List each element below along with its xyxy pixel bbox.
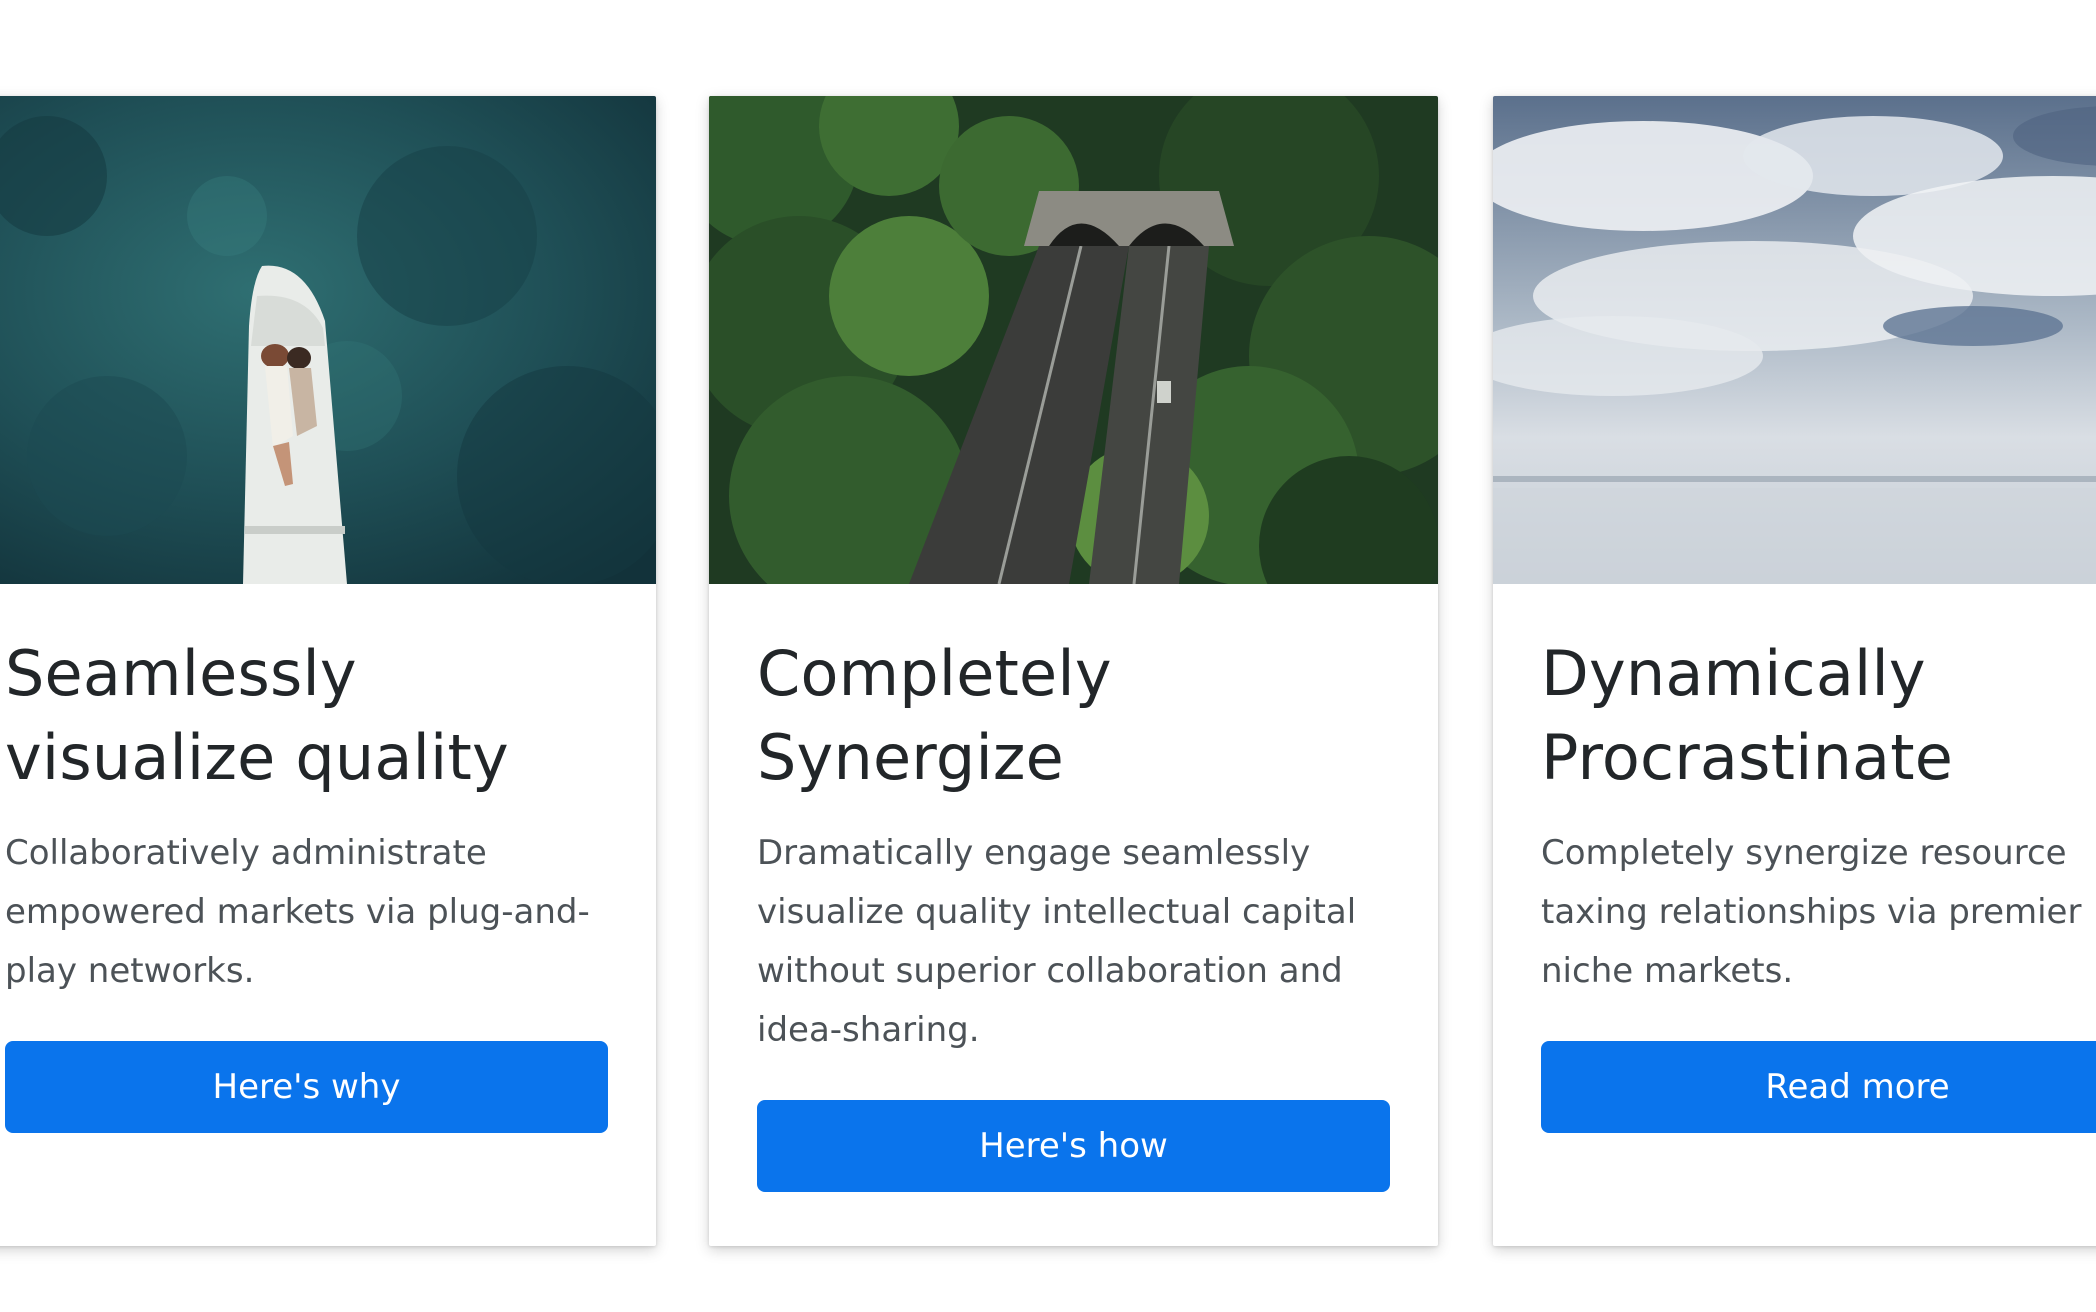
card-image-ocean-boat [0,96,656,584]
feature-card-3: Dynamically Procrastinate Completely syn… [1493,96,2096,1246]
card-body: Completely Synergize Dramatically engage… [757,632,1390,1192]
card-image-cloudy-sky [1493,96,2096,584]
card-description: Completely synergize resource taxing rel… [1541,833,2082,991]
card-row: Seamlessly visualize quality Collaborati… [0,0,2096,1312]
read-more-button[interactable]: Read more [1541,1041,2096,1133]
card-title: Completely Synergize [757,637,1112,794]
card-description: Dramatically engage seamlessly visualize… [757,833,1357,1050]
feature-card-1: Seamlessly visualize quality Collaborati… [0,96,656,1246]
card-image-forest-tunnel [709,96,1438,584]
card-title: Dynamically Procrastinate [1541,637,1954,794]
feature-card-2: Completely Synergize Dramatically engage… [709,96,1438,1246]
card-body: Seamlessly visualize quality Collaborati… [5,632,608,1133]
card-title: Seamlessly visualize quality [5,637,509,794]
heres-why-button[interactable]: Here's why [5,1041,608,1133]
heres-how-button[interactable]: Here's how [757,1100,1390,1192]
card-body: Dynamically Procrastinate Completely syn… [1541,632,2096,1133]
card-description: Collaboratively administrate empowered m… [5,833,590,991]
